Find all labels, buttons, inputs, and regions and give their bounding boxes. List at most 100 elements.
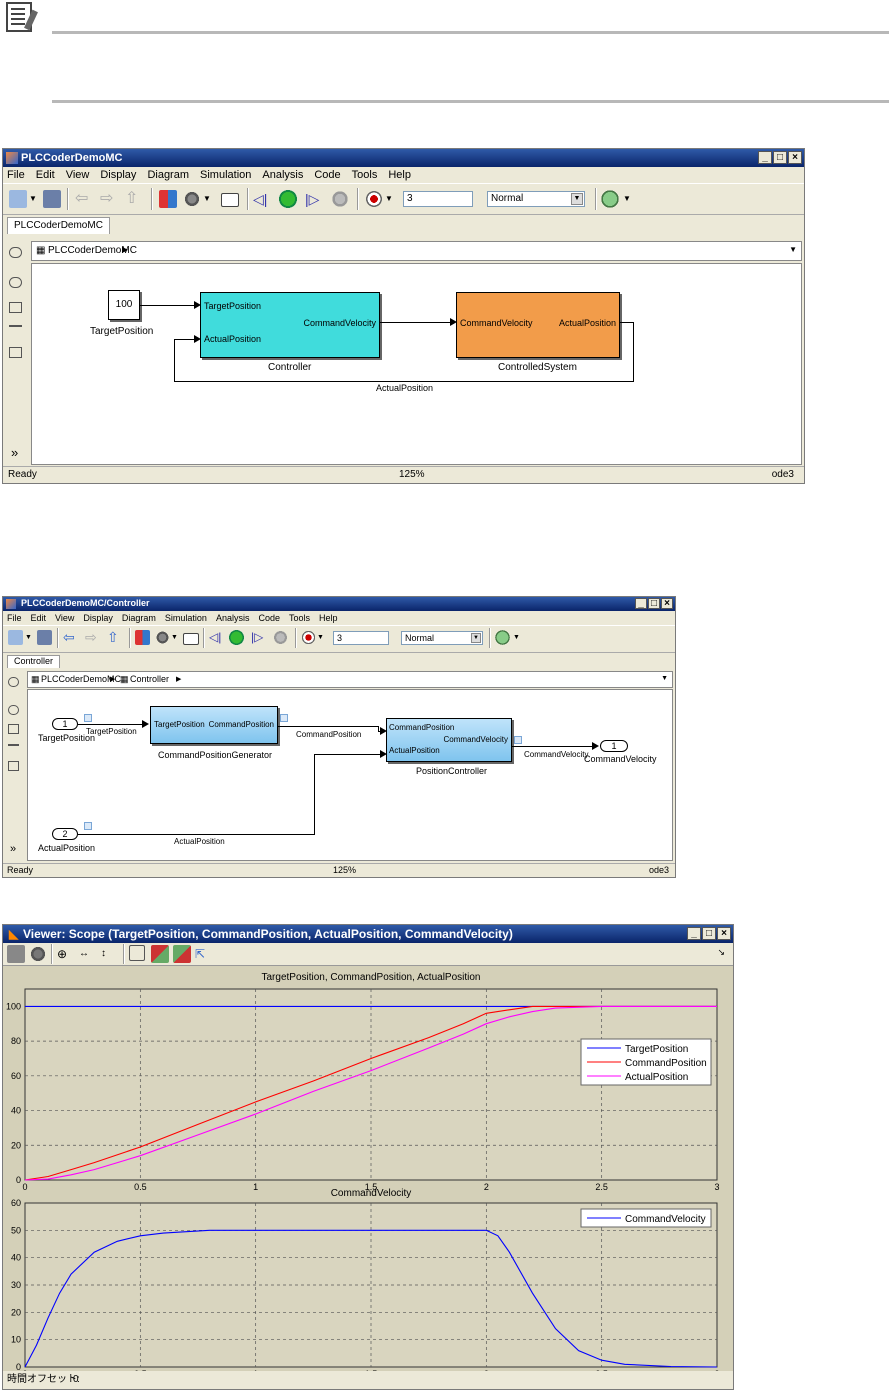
stop-time-input[interactable]: 3 [403,191,473,207]
command-position-generator-block[interactable]: TargetPosition CommandPosition [150,706,278,744]
forward-icon[interactable]: ⇨ [100,190,118,208]
menu-help[interactable]: Help [388,167,411,183]
stop-time-input[interactable]: 3 [333,631,389,645]
controlled-system-block[interactable]: CommandVelocity ActualPosition [456,292,620,358]
controller-block[interactable]: TargetPosition ActualPosition CommandVel… [200,292,380,358]
arrow-route-icon[interactable] [8,744,19,754]
simulation-mode-select[interactable]: Normal ▼ [487,191,585,207]
record-dropdown-icon[interactable]: ▼ [317,630,325,648]
record-dropdown-icon[interactable]: ▼ [385,190,393,208]
fit-to-view-icon[interactable] [8,724,19,734]
menu-analysis[interactable]: Analysis [216,611,250,625]
menu-file[interactable]: File [7,611,22,625]
up-icon[interactable]: ⇧ [125,190,143,208]
menu-edit[interactable]: Edit [31,611,47,625]
menu-edit[interactable]: Edit [36,167,55,183]
menu-help[interactable]: Help [319,611,338,625]
menu-simulation[interactable]: Simulation [200,167,251,183]
parameters-gear-icon[interactable] [29,945,47,963]
model-advisor-check-icon[interactable] [495,630,510,645]
maximize-button[interactable]: □ [702,927,716,940]
config-dropdown-icon[interactable]: ▼ [203,190,211,208]
outport-1[interactable]: 1 [600,740,628,752]
close-button[interactable]: × [788,151,802,164]
record-icon[interactable] [301,630,316,645]
new-dropdown-icon[interactable]: ▼ [25,630,33,648]
menu-tools[interactable]: Tools [289,611,310,625]
tab-model[interactable]: PLCCoderDemoMC [7,217,110,234]
run-icon[interactable] [229,630,244,645]
close-button[interactable]: × [717,927,731,940]
position-controller-block[interactable]: CommandPosition ActualPosition CommandVe… [386,718,512,762]
minimize-button[interactable]: _ [635,598,647,609]
diagram-canvas[interactable]: 1 TargetPosition TargetPosition TargetPo… [27,689,673,861]
step-forward-icon[interactable]: |▷ [305,190,323,208]
advisor-dropdown-icon[interactable]: ▼ [513,630,521,648]
new-dropdown-icon[interactable]: ▼ [29,190,37,208]
save-icon[interactable] [43,190,61,208]
model-config-gear-icon[interactable] [183,190,201,208]
address-bar[interactable]: ▦ PLCCoderDemoMC ▶ ▦ Controller ▶ ▼ [27,671,673,688]
menu-analysis[interactable]: Analysis [262,167,303,183]
menu-file[interactable]: File [7,167,25,183]
record-icon[interactable] [365,190,383,208]
inport-1[interactable]: 1 [52,718,78,730]
menu-code[interactable]: Code [314,167,340,183]
simulation-mode-select[interactable]: Normal ▼ [401,631,483,645]
model-advisor-check-icon[interactable] [601,190,619,208]
zoom-icon[interactable] [9,277,22,288]
step-forward-icon[interactable]: |▷ [251,629,269,647]
model-config-gear-icon[interactable] [155,630,170,645]
zoom-x-icon[interactable]: ↔ [79,945,97,963]
stop-icon[interactable] [331,190,349,208]
fit-to-view-icon[interactable] [9,302,22,313]
diagram-canvas[interactable]: 100 TargetPosition TargetPosition Actual… [31,263,802,465]
forward-icon[interactable]: ⇨ [85,629,103,647]
save-axes-icon[interactable] [151,945,169,963]
annotation-icon[interactable] [9,347,22,358]
hide-browser-icon[interactable] [8,677,19,687]
address-bar[interactable]: ▦ PLCCoderDemoMC ▶ ▼ [31,241,802,261]
arrow-route-icon[interactable] [9,325,22,336]
print-icon[interactable] [7,945,25,963]
restore-axes-icon[interactable] [173,945,191,963]
save-icon[interactable] [37,630,52,645]
stop-icon[interactable] [273,630,288,645]
step-back-icon[interactable]: ◁| [209,629,227,647]
run-icon[interactable] [279,190,297,208]
menu-simulation[interactable]: Simulation [165,611,207,625]
breadcrumb-controller[interactable]: Controller [130,674,169,684]
zoom-y-icon[interactable]: ↕ [101,945,119,963]
menu-code[interactable]: Code [258,611,280,625]
new-model-icon[interactable] [9,190,27,208]
library-browser-icon[interactable] [135,630,150,645]
hide-browser-icon[interactable] [9,247,22,258]
up-icon[interactable]: ⇧ [107,629,125,647]
library-browser-icon[interactable] [159,190,177,208]
toolbar-overflow-icon[interactable]: ↘ [717,947,725,958]
inport-2[interactable]: 2 [52,828,78,840]
address-dropdown-icon[interactable]: ▼ [661,675,668,682]
model-explorer-icon[interactable] [183,633,199,645]
back-icon[interactable]: ⇦ [63,629,81,647]
address-dropdown-icon[interactable]: ▼ [789,245,797,254]
back-icon[interactable]: ⇦ [75,190,93,208]
menu-diagram[interactable]: Diagram [147,167,189,183]
menu-view[interactable]: View [66,167,90,183]
minimize-button[interactable]: _ [758,151,772,164]
menu-display[interactable]: Display [83,611,113,625]
menu-view[interactable]: View [55,611,74,625]
zoom-icon[interactable] [8,705,19,715]
expand-chevrons-icon[interactable]: » [11,445,18,460]
signal-selector-icon[interactable]: ⇱ [195,945,213,963]
constant-block[interactable]: 100 [108,290,140,320]
zoom-in-icon[interactable]: ⊕ [57,945,75,963]
menu-diagram[interactable]: Diagram [122,611,156,625]
step-back-icon[interactable]: ◁| [253,190,271,208]
close-button[interactable]: × [661,598,673,609]
tab-controller[interactable]: Controller [7,655,61,668]
maximize-button[interactable]: □ [773,151,787,164]
autoscale-icon[interactable] [129,945,145,961]
expand-chevrons-icon[interactable]: » [10,843,16,855]
minimize-button[interactable]: _ [687,927,701,940]
